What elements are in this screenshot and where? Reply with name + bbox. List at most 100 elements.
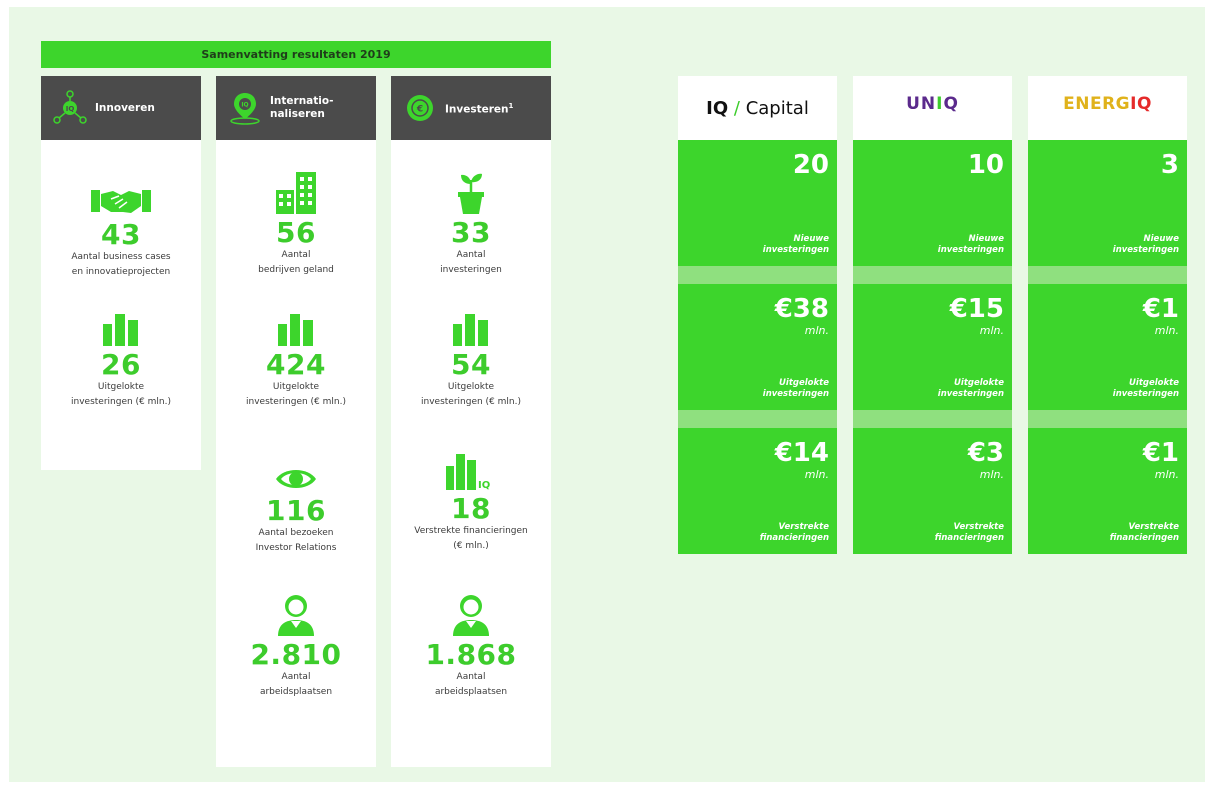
fund-cell-verstrekte: €14 mln. Verstrekte financieringen — [678, 428, 837, 554]
fund-value: 10 — [967, 150, 1004, 180]
fund-value: €1 — [1142, 294, 1179, 324]
stat-label: Aantal arbeidsplaatsen — [434, 672, 508, 697]
stat-bedrijven-geland: 56 Aantal bedrijven geland — [216, 172, 376, 278]
stat-bezoeken-investor-relations: 116 Aantal bezoeken Investor Relations — [216, 450, 376, 556]
stat-label: Aantal bedrijven geland — [258, 250, 334, 275]
fund-label: Nieuwe investeringen — [937, 234, 1004, 255]
stat-value: 54 — [451, 348, 491, 381]
footnote-marker: 1 — [508, 101, 514, 110]
svg-text:€: € — [416, 105, 423, 115]
stat-uitgelokte-investeringen: 54 Uitgelokte investeringen (€ mln.) — [391, 304, 551, 410]
person-icon — [391, 594, 551, 636]
handshake-icon — [41, 174, 201, 216]
fund-unit: mln. — [979, 324, 1004, 337]
column-title: Investeren1 — [445, 101, 514, 116]
summary-banner: Samenvatting resultaten 2019 — [41, 41, 551, 68]
fund-unit: mln. — [1154, 468, 1179, 481]
stat-value: 33 — [451, 216, 491, 249]
stat-label: Aantal investeringen — [440, 250, 502, 275]
stat-value: 116 — [266, 494, 326, 527]
fund-divider — [678, 410, 837, 428]
stat-uitgelokte-investeringen: 424 Uitgelokte investeringen (€ mln.) — [216, 304, 376, 410]
column-title: Internatio- naliseren — [270, 95, 334, 120]
fund-cell-uitgelokte: €1 mln. Uitgelokte investeringen — [1028, 284, 1187, 410]
eye-icon — [216, 450, 376, 492]
fund-label: Uitgelokte investeringen — [937, 378, 1004, 399]
svg-text:IQ: IQ — [241, 102, 248, 109]
fund-logo-energiq: ENERGIQ — [1028, 76, 1187, 140]
fund-divider — [1028, 410, 1187, 428]
stat-value: 26 — [101, 348, 141, 381]
stat-label: Verstrekte financieringen (€ mln.) — [414, 526, 528, 551]
svg-text:IQ: IQ — [66, 105, 75, 113]
stat-value: 2.810 — [250, 638, 342, 671]
fund-uniq: UNIQ 10 Nieuwe investeringen €15 mln. Ui… — [853, 76, 1012, 554]
svg-text:IQ: IQ — [478, 480, 490, 490]
stat-verstrekte-financieringen: IQ 18 Verstrekte financieringen (€ mln.) — [391, 448, 551, 554]
column-header: IQ Internatio- naliseren — [216, 76, 376, 140]
euro-coin-icon: € — [401, 89, 439, 127]
fund-cell-uitgelokte: €38 mln. Uitgelokte investeringen — [678, 284, 837, 410]
fund-label: Verstrekte financieringen — [1109, 522, 1179, 543]
fund-logo-iq-capital: IQ / Capital — [678, 76, 837, 140]
fund-label: Nieuwe investeringen — [762, 234, 829, 255]
fund-cell-nieuwe: 3 Nieuwe investeringen — [1028, 140, 1187, 266]
fund-cell-verstrekte: €3 mln. Verstrekte financieringen — [853, 428, 1012, 554]
stat-label: Uitgelokte investeringen (€ mln.) — [71, 382, 171, 407]
brand-energiq: ENERGIQ — [1063, 94, 1152, 114]
plant-icon — [391, 172, 551, 214]
bar-chart-icon — [216, 304, 376, 346]
fund-cell-verstrekte: €1 mln. Verstrekte financieringen — [1028, 428, 1187, 554]
fund-value: €15 — [949, 294, 1004, 324]
fund-unit: mln. — [804, 468, 829, 481]
fund-divider — [853, 410, 1012, 428]
column-header: IQ Innoveren — [41, 76, 201, 140]
stat-business-cases: 43 Aantal business cases en innovatiepro… — [41, 174, 201, 280]
location-pin-icon: IQ — [226, 89, 264, 127]
stat-label: Uitgelokte investeringen (€ mln.) — [421, 382, 521, 407]
stat-label: Uitgelokte investeringen (€ mln.) — [246, 382, 346, 407]
fund-value: €38 — [774, 294, 829, 324]
fund-value: €1 — [1142, 438, 1179, 468]
fund-divider — [678, 266, 837, 284]
bar-chart-icon — [391, 304, 551, 346]
fund-label: Verstrekte financieringen — [759, 522, 829, 543]
fund-unit: mln. — [1154, 324, 1179, 337]
fund-cell-uitgelokte: €15 mln. Uitgelokte investeringen — [853, 284, 1012, 410]
bar-chart-iq-icon: IQ — [391, 448, 551, 490]
stat-arbeidsplaatsen: 2.810 Aantal arbeidsplaatsen — [216, 594, 376, 700]
fund-value: 3 — [1160, 150, 1179, 180]
fund-value: 20 — [792, 150, 829, 180]
fund-iq-capital: IQ / Capital 20 Nieuwe investeringen €38… — [678, 76, 837, 554]
stat-uitgelokte-investeringen: 26 Uitgelokte investeringen (€ mln.) — [41, 304, 201, 410]
fund-unit: mln. — [979, 468, 1004, 481]
column-innoveren: IQ Innoveren 43 Aantal business cases en… — [41, 76, 201, 470]
network-iq-icon: IQ — [51, 89, 89, 127]
stat-arbeidsplaatsen: 1.868 Aantal arbeidsplaatsen — [391, 594, 551, 700]
column-header: € Investeren1 — [391, 76, 551, 140]
brand-iq-capital: IQ / Capital — [706, 97, 809, 119]
stat-value: 56 — [276, 216, 316, 249]
bar-chart-icon — [41, 304, 201, 346]
fund-label: Uitgelokte investeringen — [1112, 378, 1179, 399]
stat-label: Aantal business cases en innovatieprojec… — [71, 252, 171, 277]
fund-divider — [853, 266, 1012, 284]
brand-uniq: UNIQ — [906, 94, 959, 114]
fund-label: Nieuwe investeringen — [1112, 234, 1179, 255]
fund-divider — [1028, 266, 1187, 284]
column-internationaliseren: IQ Internatio- naliseren 56 Aantal bedri… — [216, 76, 376, 767]
fund-cell-nieuwe: 20 Nieuwe investeringen — [678, 140, 837, 266]
fund-logo-uniq: UNIQ — [853, 76, 1012, 140]
stat-label: Aantal bezoeken Investor Relations — [255, 528, 337, 553]
buildings-icon — [216, 172, 376, 214]
stat-label: Aantal arbeidsplaatsen — [259, 672, 333, 697]
fund-cell-nieuwe: 10 Nieuwe investeringen — [853, 140, 1012, 266]
fund-value: €14 — [774, 438, 829, 468]
stat-value: 18 — [451, 492, 491, 525]
fund-energiq: ENERGIQ 3 Nieuwe investeringen €1 mln. U… — [1028, 76, 1187, 554]
stat-value: 424 — [266, 348, 326, 381]
fund-label: Verstrekte financieringen — [934, 522, 1004, 543]
person-icon — [216, 594, 376, 636]
stat-investeringen: 33 Aantal investeringen — [391, 172, 551, 278]
column-investeren: € Investeren1 33 Aantal investeringen 54… — [391, 76, 551, 767]
